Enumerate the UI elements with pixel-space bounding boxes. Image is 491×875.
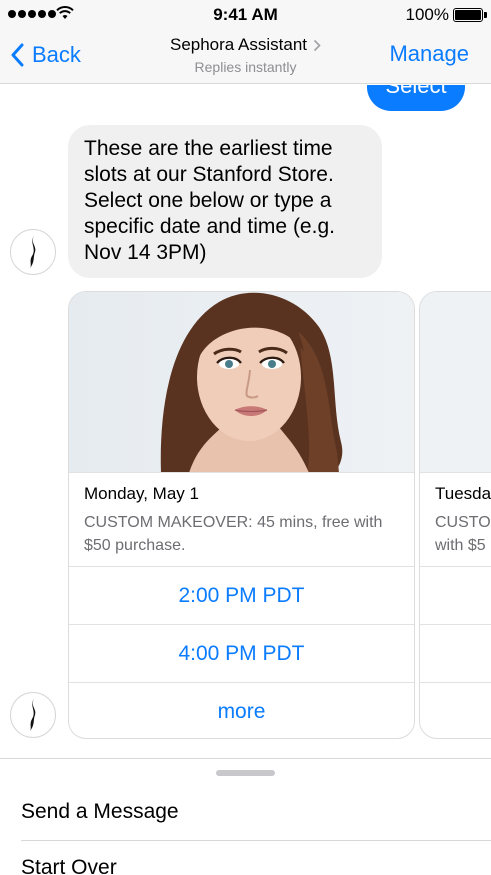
conversation-header[interactable]: Sephora Assistant Replies instantly (110, 35, 381, 75)
card-title: Monday, May 1 (84, 484, 199, 503)
divider (21, 840, 491, 841)
time-slot-button[interactable] (420, 624, 491, 682)
battery-tip (484, 12, 487, 18)
more-button[interactable]: more (69, 682, 414, 738)
card-title: Tuesda (435, 484, 491, 503)
sephora-avatar (10, 229, 56, 275)
card-subtitle-line: with $5 (435, 537, 486, 554)
chevron-right-icon (313, 39, 321, 51)
time-slot-button[interactable]: 4:00 PM PDT (69, 624, 414, 682)
sephora-flame-logo-icon (30, 236, 36, 268)
sheet-grabber-handle[interactable] (216, 770, 275, 776)
time-slot-button[interactable] (420, 566, 491, 624)
bot-message-bubble: These are the earliest time slots at our… (68, 125, 382, 278)
status-bar: 9:41 AM 100% (0, 0, 491, 28)
more-button[interactable] (420, 682, 491, 738)
model-portrait-image (420, 292, 491, 473)
navigation-bar: Back Sephora Assistant Replies instantly… (0, 28, 491, 84)
model-portrait-image (69, 292, 414, 473)
time-slot-button[interactable]: 2:00 PM PDT (69, 566, 414, 624)
card-subtitle-line: CUSTO (435, 514, 491, 531)
back-button[interactable]: Back (10, 39, 81, 71)
start-over-menu-item[interactable]: Start Over (21, 856, 117, 875)
chevron-left-icon (11, 43, 24, 67)
back-label: Back (32, 42, 81, 67)
chat-thread[interactable]: Select These are the earliest time slots… (0, 85, 491, 758)
battery-percentage: 100% (405, 5, 449, 24)
card-subtitle: CUSTOM MAKEOVER: 45 mins, free with $50 … (84, 514, 383, 554)
conversation-subtitle: Replies instantly (194, 59, 297, 75)
sephora-avatar (10, 692, 56, 738)
send-message-menu-item[interactable]: Send a Message (21, 800, 179, 824)
appointment-card: Tuesda CUSTO with $5 (419, 291, 491, 739)
user-message-bubble: Select (367, 85, 465, 111)
battery-icon (453, 8, 483, 22)
card-subtitle: CUSTO with $5 (435, 511, 491, 557)
manage-button[interactable]: Manage (389, 41, 469, 67)
appointment-card: Monday, May 1 CUSTOM MAKEOVER: 45 mins, … (68, 291, 415, 739)
persistent-menu-sheet: Send a Message Start Over (0, 758, 491, 875)
conversation-title: Sephora Assistant (169, 35, 308, 54)
sephora-flame-logo-icon (30, 699, 36, 731)
